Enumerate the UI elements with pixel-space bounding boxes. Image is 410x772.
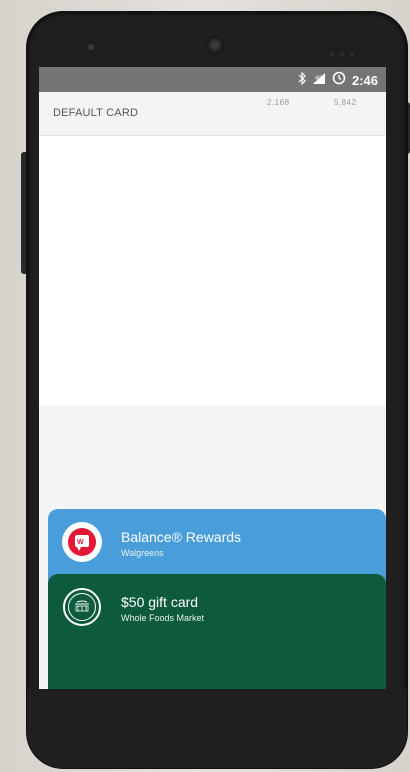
card-wholefoods[interactable]: $50 gift card Whole Foods Market bbox=[48, 574, 386, 689]
default-card-header: 2,168 5,842 DEFAULT CARD bbox=[39, 92, 386, 136]
header-number-2: 5,842 bbox=[334, 98, 357, 107]
signal-icon: 4G bbox=[312, 72, 326, 89]
sensor-icon bbox=[330, 43, 370, 56]
status-time: 2:46 bbox=[351, 72, 378, 88]
walgreens-logo-icon: W bbox=[62, 522, 102, 562]
alarm-icon bbox=[332, 71, 346, 89]
svg-text:W: W bbox=[77, 539, 84, 546]
front-camera-icon bbox=[206, 36, 224, 54]
card-subtitle: Whole Foods Market bbox=[121, 613, 205, 623]
card-title: Balance® Rewards bbox=[121, 529, 242, 545]
status-bar: 4G 2:46 bbox=[39, 67, 386, 92]
card-title: $50 gift card bbox=[121, 594, 199, 610]
header-number-1: 2,168 bbox=[267, 98, 290, 107]
speaker-icon bbox=[88, 44, 94, 50]
default-card-label: DEFAULT CARD bbox=[53, 107, 139, 119]
default-card-area[interactable] bbox=[39, 136, 386, 405]
screen: 4G 2:46 2,168 5,842 DEFAULT CARD W Balan… bbox=[39, 67, 386, 689]
status-icons: 4G 2:46 bbox=[298, 71, 378, 89]
svg-text:4G: 4G bbox=[315, 76, 323, 82]
bottom-bezel bbox=[27, 689, 407, 768]
bluetooth-icon bbox=[298, 71, 306, 89]
whole-foods-logo-icon bbox=[62, 587, 102, 627]
card-subtitle: Walgreens bbox=[121, 548, 164, 558]
